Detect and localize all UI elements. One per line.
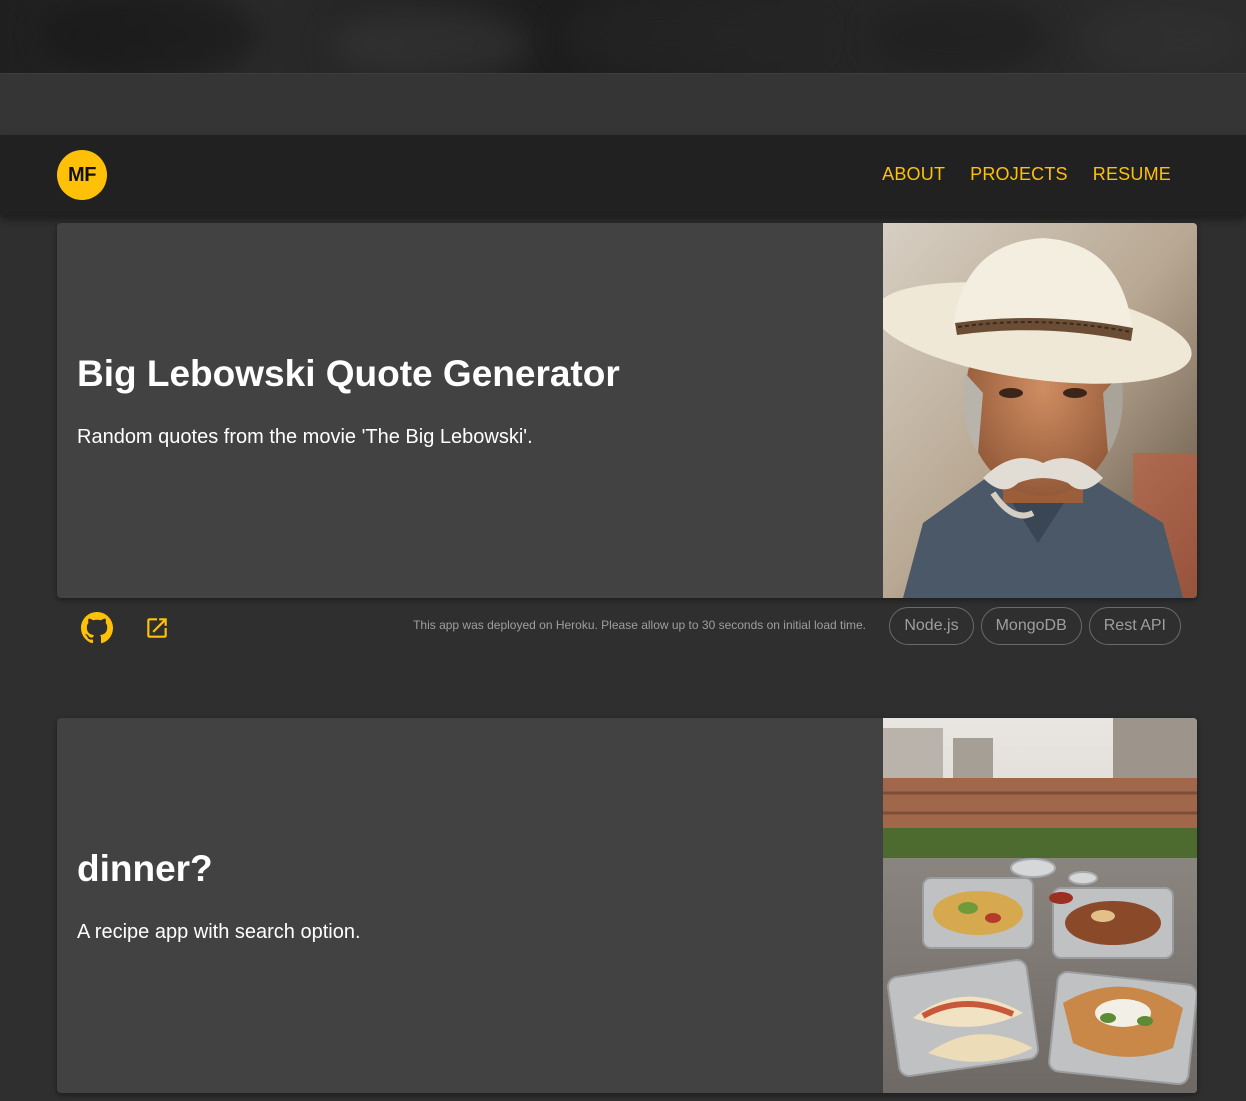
external-link-icon[interactable] — [139, 610, 175, 646]
tag-chip: MongoDB — [980, 607, 1082, 645]
project-title: Big Lebowski Quote Generator — [77, 353, 620, 394]
nav-resume[interactable]: RESUME — [1093, 164, 1171, 185]
cowboy-portrait-image — [883, 223, 1197, 598]
project-card-dinner: dinner? A recipe app with search option. — [57, 718, 1197, 1093]
deploy-note: This app was deployed on Heroku. Please … — [413, 618, 866, 632]
nav-about[interactable]: ABOUT — [882, 164, 945, 185]
navbar: MF ABOUT PROJECTS RESUME — [0, 135, 1246, 215]
food-table-image — [883, 718, 1197, 1093]
project-description: A recipe app with search option. — [77, 921, 361, 943]
project-card-lebowski: Big Lebowski Quote Generator Random quot… — [57, 223, 1197, 598]
nav-links: ABOUT PROJECTS RESUME — [882, 164, 1171, 185]
logo[interactable]: MF — [57, 150, 107, 200]
tech-tags: Node.js MongoDB Rest API — [889, 607, 1181, 645]
hero-band — [0, 73, 1246, 136]
tag-chip: Rest API — [1088, 607, 1181, 645]
project-description: Random quotes from the movie 'The Big Le… — [77, 426, 533, 448]
project-text: dinner? A recipe app with search option. — [77, 718, 877, 1093]
github-icon[interactable] — [79, 610, 115, 646]
tag-chip: Node.js — [889, 607, 974, 645]
project-text: Big Lebowski Quote Generator Random quot… — [77, 223, 877, 598]
hero-background — [0, 0, 1246, 73]
nav-projects[interactable]: PROJECTS — [970, 164, 1068, 185]
project-actions: This app was deployed on Heroku. Please … — [57, 598, 1197, 658]
project-title: dinner? — [77, 848, 213, 889]
